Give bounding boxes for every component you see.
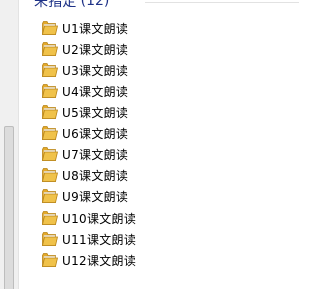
list-item[interactable]: U9课文朗读 <box>42 187 128 205</box>
list-item[interactable]: U8课文朗读 <box>42 166 128 184</box>
folder-icon <box>42 42 58 56</box>
list-item[interactable]: U10课文朗读 <box>42 209 136 227</box>
group-divider <box>145 2 299 3</box>
folder-icon <box>42 84 58 98</box>
list-item[interactable]: U4课文朗读 <box>42 82 128 100</box>
list-item[interactable]: U6课文朗读 <box>42 124 128 142</box>
folder-icon <box>42 105 58 119</box>
file-name: U3课文朗读 <box>62 63 129 78</box>
file-name: U6课文朗读 <box>62 126 129 141</box>
folder-icon <box>42 168 58 182</box>
explorer-window: 未指定 (12) U1课文朗读 U2课文朗读 U3课文朗读 U4课文朗读 U5课文朗读 U… <box>0 0 299 289</box>
file-name: U4课文朗读 <box>62 84 129 99</box>
group-count: (12) <box>80 0 110 9</box>
group-title: 未指定 <box>34 0 77 10</box>
group-header[interactable]: 未指定 (12) <box>34 0 109 11</box>
list-item[interactable]: U7课文朗读 <box>42 145 128 163</box>
folder-icon <box>42 21 58 35</box>
file-name: U7课文朗读 <box>62 147 129 162</box>
file-name: U11课文朗读 <box>62 232 137 247</box>
folder-icon <box>42 189 58 203</box>
file-name: U9课文朗读 <box>62 189 129 204</box>
file-name: U5课文朗读 <box>62 105 129 120</box>
folder-icon <box>42 126 58 140</box>
file-name: U1课文朗读 <box>62 21 129 36</box>
folder-icon <box>42 211 58 225</box>
list-item[interactable]: U12课文朗读 <box>42 251 136 269</box>
file-name: U8课文朗读 <box>62 168 129 183</box>
scrollbar-thumb[interactable] <box>4 126 14 289</box>
file-name: U12课文朗读 <box>62 253 137 268</box>
list-item[interactable]: U5课文朗读 <box>42 103 128 121</box>
folder-icon <box>42 63 58 77</box>
list-item[interactable]: U3课文朗读 <box>42 61 128 79</box>
list-item[interactable]: U11课文朗读 <box>42 230 136 248</box>
file-name: U2课文朗读 <box>62 42 129 57</box>
list-item[interactable]: U2课文朗读 <box>42 40 128 58</box>
folder-icon <box>42 232 58 246</box>
list-item[interactable]: U1课文朗读 <box>42 19 128 37</box>
folder-icon <box>42 147 58 161</box>
file-name: U10课文朗读 <box>62 211 137 226</box>
folder-icon <box>42 253 58 267</box>
vertical-scrollbar[interactable] <box>0 0 19 289</box>
